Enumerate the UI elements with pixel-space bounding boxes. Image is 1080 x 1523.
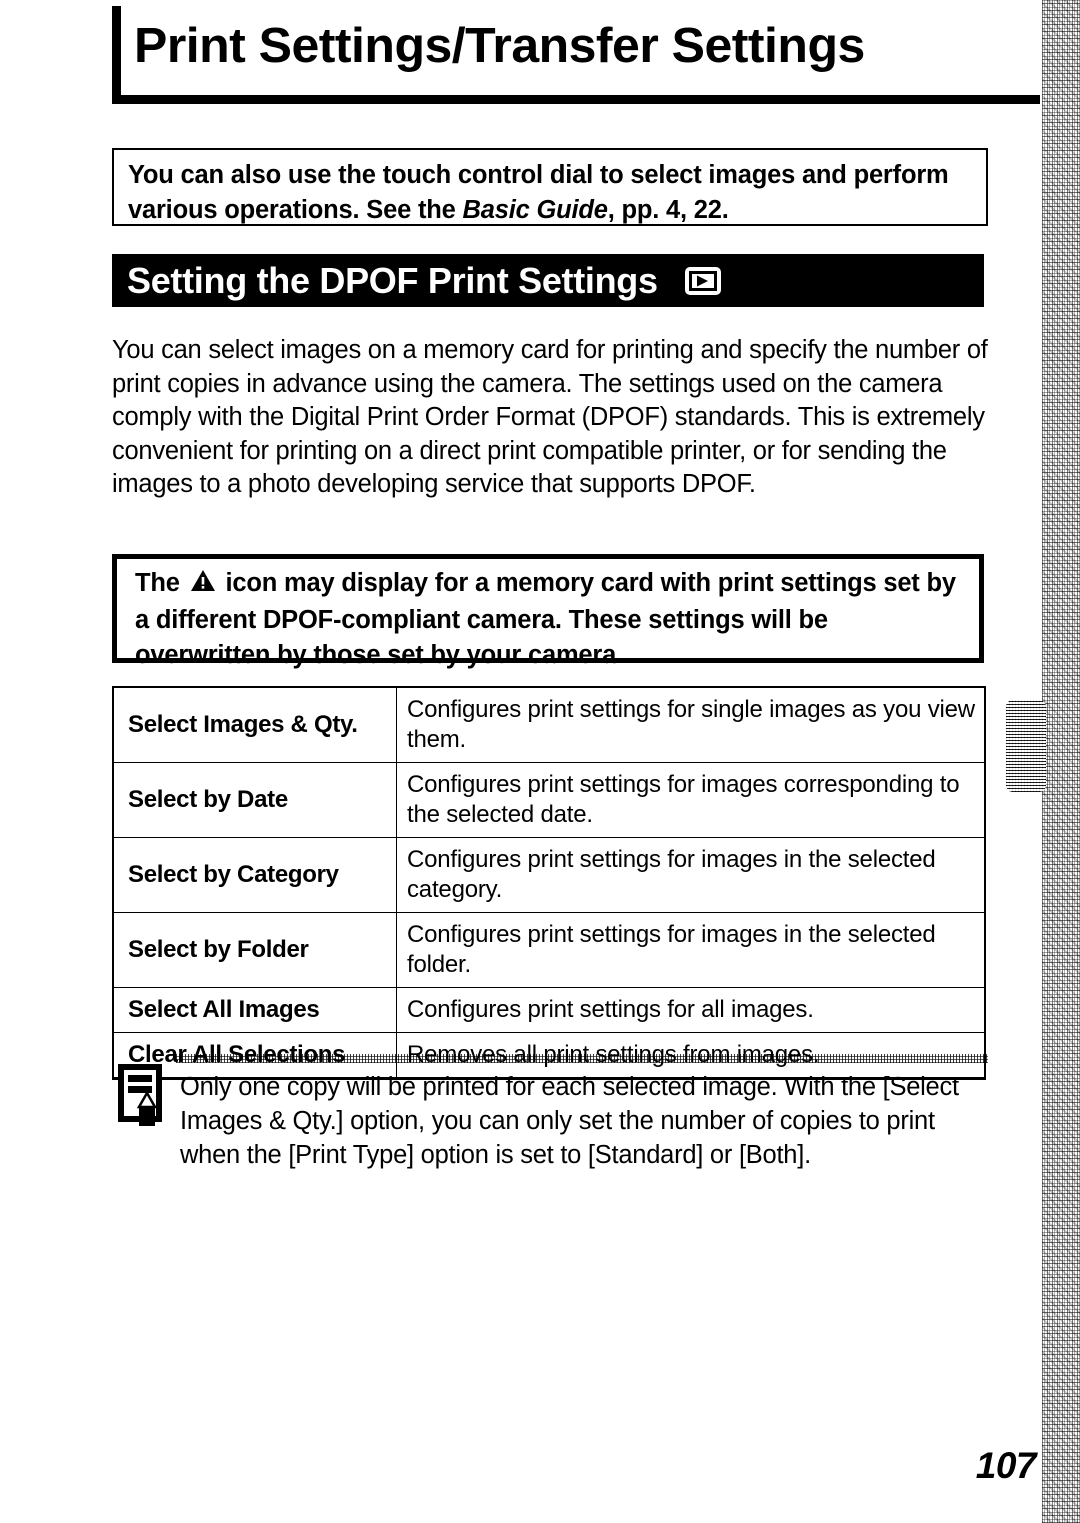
basic-guide-reference: Basic Guide <box>462 196 608 224</box>
option-description: Configures print settings for images in … <box>396 837 986 913</box>
print-options-table: Select Images & Qty. Configures print se… <box>112 686 986 1080</box>
dpof-warning-text: The icon may display for a memory card w… <box>135 566 963 673</box>
table-row: Select by Category Configures print sett… <box>112 837 986 913</box>
dpof-warning-callout: The icon may display for a memory card w… <box>112 554 984 669</box>
page-number: 107 <box>975 1445 1037 1486</box>
page-title: Print Settings/Transfer Settings <box>134 19 865 73</box>
scan-edge-texture <box>1042 0 1080 1523</box>
section-heading: Setting the DPOF Print Settings <box>127 259 658 301</box>
title-left-rule <box>112 6 121 98</box>
touch-dial-text-after: , pp. 4, 22. <box>607 196 729 224</box>
chapter-thumb-tab: Print Settings/Transfer Settings <box>1006 700 1046 1245</box>
touch-dial-callout-text: You can also use the touch control dial … <box>128 158 972 228</box>
note-document-pencil-icon <box>116 1062 172 1133</box>
page-title-block: Print Settings/Transfer Settings <box>112 6 1040 104</box>
intro-paragraph: You can select images on a memory card f… <box>112 336 988 499</box>
manual-page: Print Settings/Transfer Settings Print S… <box>0 0 1080 1523</box>
table-row: Select Images & Qty. Configures print se… <box>112 686 986 763</box>
option-name: Select by Date <box>112 762 397 838</box>
option-name: Select by Folder <box>112 912 397 988</box>
option-name: Select All Images <box>112 987 397 1033</box>
bottom-note-text: Only one copy will be printed for each s… <box>180 1073 959 1169</box>
warning-text-before: The <box>135 569 187 597</box>
print-options-table-body: Select Images & Qty. Configures print se… <box>112 686 986 1080</box>
table-row: Select by Folder Configures print settin… <box>112 912 986 988</box>
warning-triangle-icon <box>190 568 216 603</box>
thumb-tab-marker <box>1006 700 1046 792</box>
warning-text-after: icon may display for a memory card with … <box>135 569 956 669</box>
section-header-bar: Setting the DPOF Print Settings <box>112 254 984 307</box>
option-description: Configures print settings for single ima… <box>396 686 986 763</box>
option-description: Configures print settings for images cor… <box>396 762 986 838</box>
table-row: Select by Date Configures print settings… <box>112 762 986 838</box>
playback-icon <box>684 266 722 296</box>
table-row: Select All Images Configures print setti… <box>112 987 986 1033</box>
option-description: Configures print settings for all images… <box>396 987 986 1033</box>
option-description: Configures print settings for images in … <box>396 912 986 988</box>
option-name: Select by Category <box>112 837 397 913</box>
title-bottom-rule <box>112 95 1040 104</box>
touch-dial-callout: You can also use the touch control dial … <box>112 148 988 226</box>
option-name: Select Images & Qty. <box>112 686 397 763</box>
note-separator-rule <box>176 1054 988 1063</box>
